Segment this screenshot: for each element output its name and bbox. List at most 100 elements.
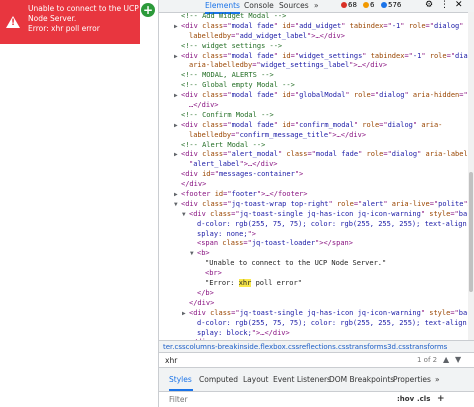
cls-toggle[interactable]: .cls xyxy=(417,392,430,407)
dom-token: =" xyxy=(383,150,392,159)
gear-icon[interactable]: ⚙ xyxy=(425,0,433,12)
tab-styles[interactable]: Styles xyxy=(169,375,192,384)
dom-node-line[interactable]: ▶ <div class="modal fade" id="widget_sett… xyxy=(159,52,469,62)
dom-node-line[interactable]: <!-- Alert Modal --> xyxy=(159,141,469,151)
dom-node-line[interactable]: ▶ <div class="modal fade" id="add_widget"… xyxy=(159,22,469,32)
tab-console[interactable]: Console xyxy=(244,0,274,12)
expand-caret-icon[interactable]: ▼ xyxy=(182,210,188,220)
dom-node-line[interactable]: ▶ <div class="jq-toast-single jq-has-icon… xyxy=(159,309,469,319)
collapse-caret-icon[interactable]: ▶ xyxy=(174,121,180,131)
dom-token: style xyxy=(429,308,451,317)
info-count-badge[interactable]: 576 xyxy=(381,0,401,12)
tab-dom-breakpoints[interactable]: DOM Breakpoints xyxy=(329,375,394,384)
dom-node-line[interactable]: splay: block;">…</div> xyxy=(159,329,469,339)
dom-node-line[interactable]: <!-- Confirm Modal --> xyxy=(159,111,469,121)
search-prev-button[interactable]: ▲ xyxy=(443,353,449,367)
dom-token: role xyxy=(336,199,354,208)
dom-token: aria-labelledby xyxy=(189,61,253,70)
add-button[interactable]: + xyxy=(141,3,155,17)
dom-token: " xyxy=(404,91,413,100)
dom-token: " xyxy=(358,150,367,159)
dom-token: <b> xyxy=(197,249,210,258)
search-highlight: xhr xyxy=(238,279,252,288)
hov-toggle[interactable]: :hov xyxy=(397,392,414,407)
dom-token: =" xyxy=(290,51,300,60)
dom-node-line[interactable]: ▼ <div class="jq-toast-wrap top-right" ro… xyxy=(159,200,469,210)
dom-scrollbar[interactable] xyxy=(468,12,474,340)
dom-node-line[interactable]: ▼ <b> xyxy=(159,249,469,259)
dom-node-line[interactable]: …</div> xyxy=(159,101,469,111)
dom-node-line[interactable]: splay: none;"> xyxy=(159,230,469,240)
dom-token: tabindex xyxy=(349,21,384,30)
dom-node-line[interactable]: aria-labelledby="widget_settings_label">… xyxy=(159,61,469,71)
dom-node-line[interactable]: d-color: rgb(255, 75, 75); color: rgb(25… xyxy=(159,319,469,329)
dom-token: " xyxy=(417,150,426,159)
dom-node-line[interactable]: ▶ <footer id="footer">…</footer> xyxy=(159,190,469,200)
dom-node-line[interactable]: "alert_label">…</div> xyxy=(159,160,469,170)
dom-tree[interactable]: <!-- Add Widget Modal --> ▶ <div class="mo… xyxy=(159,12,469,340)
kebab-menu-icon[interactable]: ⋮ xyxy=(440,0,449,12)
search-next-button[interactable]: ▼ xyxy=(455,353,461,367)
dom-node-line[interactable]: </b> xyxy=(159,289,469,299)
more-panels-button[interactable]: » xyxy=(435,375,440,384)
collapse-caret-icon[interactable]: ▶ xyxy=(174,150,180,160)
dom-node-line[interactable]: "Error: xhr poll error" xyxy=(159,279,469,289)
dom-node-line[interactable]: <div id="messages-container"> xyxy=(159,170,469,180)
dom-node-line[interactable]: ▼ <div class="jq-toast-single jq-has-icon… xyxy=(159,210,469,220)
dom-node-line[interactable]: <!-- MODAL, ALERTS --> xyxy=(159,71,469,81)
dom-token: jq-toast-single jq-has-icon jq-icon-warn… xyxy=(239,308,421,317)
close-icon[interactable]: ✕ xyxy=(455,0,463,12)
dom-token: <div xyxy=(181,51,203,60)
dom-token: =" xyxy=(231,31,240,40)
dom-node-line[interactable]: ▶ <div class="modal fade" id="globalModal… xyxy=(159,91,469,101)
collapse-caret-icon[interactable]: ▶ xyxy=(174,22,180,32)
dom-token: <div xyxy=(181,150,203,159)
dom-node-line[interactable]: <span class="jq-toast-loader"></span> xyxy=(159,239,469,249)
dom-node-line[interactable]: d-color: rgb(255, 75, 75); color: rgb(25… xyxy=(159,220,469,230)
dom-token: " xyxy=(273,21,283,30)
dom-token: <span xyxy=(197,239,223,248)
dom-node-line[interactable]: <!-- Add Widget Modal --> xyxy=(159,12,469,22)
dom-node-line[interactable]: </div> xyxy=(159,299,469,309)
collapse-caret-icon[interactable]: ▶ xyxy=(182,309,188,319)
dom-token: aria-labelledby xyxy=(425,150,469,159)
dom-scrollbar-thumb[interactable] xyxy=(469,172,473,292)
dom-token: jq-toast-loader xyxy=(251,239,316,248)
dom-token: <div xyxy=(189,308,211,317)
error-count-badge[interactable]: 68 xyxy=(341,0,357,12)
dom-token: " xyxy=(273,120,283,129)
expand-caret-icon[interactable]: ▼ xyxy=(174,200,180,210)
dom-node-line[interactable]: "Unable to connect to the UCP Node Serve… xyxy=(159,259,469,269)
new-rule-button[interactable]: + xyxy=(437,392,445,407)
tab-event-listeners[interactable]: Event Listeners xyxy=(273,375,331,384)
collapse-caret-icon[interactable]: ▶ xyxy=(174,52,180,62)
tab-computed[interactable]: Computed xyxy=(199,375,238,384)
dom-node-line[interactable]: ▶ <div class="alert_modal" class="modal f… xyxy=(159,150,469,160)
tab-layout[interactable]: Layout xyxy=(243,375,269,384)
filter-input[interactable] xyxy=(169,394,369,405)
dom-token: polite xyxy=(438,199,464,208)
dom-node-line[interactable]: <br> xyxy=(159,269,469,279)
dom-node-line[interactable]: labelledby="add_widget_label">…</div> xyxy=(159,32,469,42)
error-toast[interactable]: ! Unable to connect to the UCP Node Serv… xyxy=(0,0,140,44)
dom-node-line[interactable]: ▶ <div class="modal fade" id="confirm_mod… xyxy=(159,121,469,131)
dom-token: modal fade xyxy=(231,91,274,100)
dom-node-line[interactable]: <!-- Global empty Modal --> xyxy=(159,81,469,91)
dom-node-line[interactable]: labelledby="confirm_message_title">…</di… xyxy=(159,131,469,141)
dom-node-line[interactable]: <!-- widget settings --> xyxy=(159,42,469,52)
dom-token: =" xyxy=(446,51,456,60)
dom-token: class xyxy=(202,51,224,60)
warning-count-badge[interactable]: 6 xyxy=(363,0,374,12)
more-tabs-button[interactable]: » xyxy=(314,0,319,12)
tab-properties[interactable]: Properties xyxy=(393,375,431,384)
collapse-caret-icon[interactable]: ▶ xyxy=(174,91,180,101)
dom-token: </div> xyxy=(189,298,215,307)
dom-node-line[interactable]: </div> xyxy=(159,180,469,190)
collapse-caret-icon[interactable]: ▶ xyxy=(174,190,180,200)
expand-caret-icon[interactable]: ▼ xyxy=(190,249,196,259)
dom-token: ">…</div> xyxy=(251,328,290,337)
search-input[interactable] xyxy=(165,355,403,366)
tab-sources[interactable]: Sources xyxy=(279,0,309,12)
breadcrumb[interactable]: ter.csscolumns-breakinside.flexbox.cssre… xyxy=(159,340,474,352)
dom-token: footer xyxy=(231,190,257,199)
